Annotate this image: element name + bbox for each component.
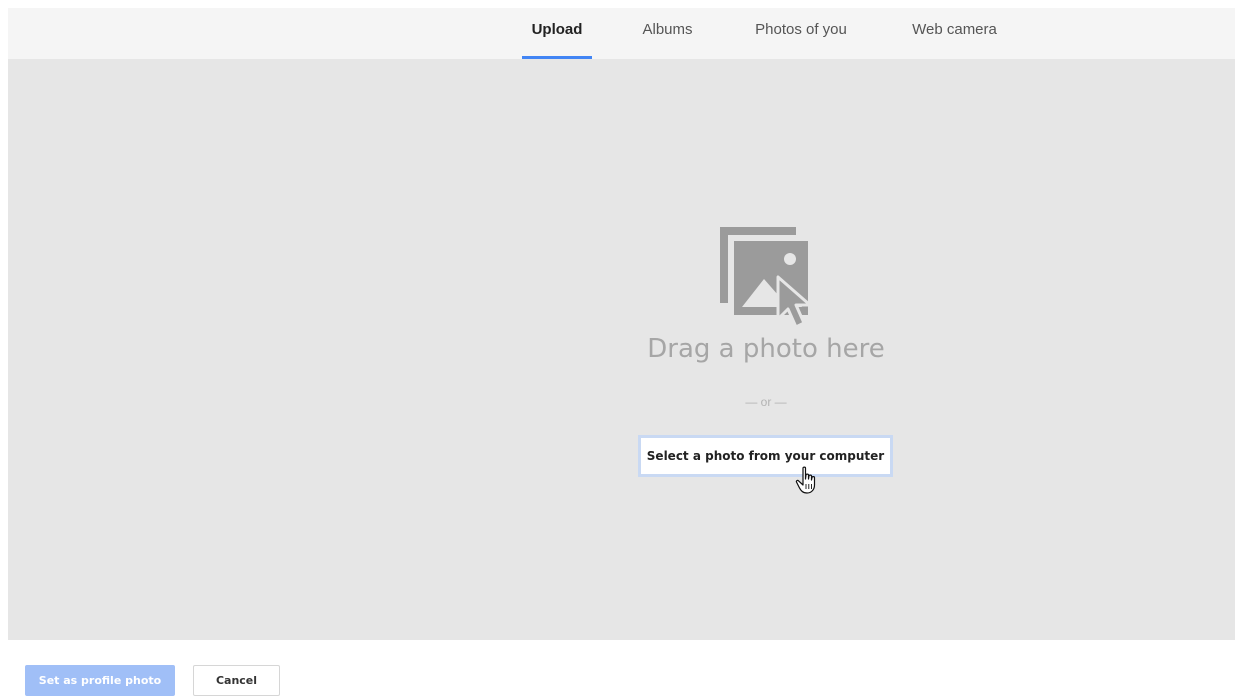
tab-albums[interactable]: Albums: [638, 8, 697, 59]
tab-photos-of-you[interactable]: Photos of you: [748, 8, 854, 59]
tab-bar: Upload Albums Photos of you Web camera: [8, 8, 1235, 59]
photo-drop-zone[interactable]: Drag a photo here — or — Select a photo …: [8, 59, 1235, 640]
photo-upload-icon: [720, 227, 812, 329]
or-separator: — or —: [745, 395, 787, 409]
photo-picker-dialog: Upload Albums Photos of you Web camera D…: [0, 0, 1235, 696]
select-photo-button[interactable]: Select a photo from your computer: [638, 435, 893, 477]
drag-photo-hint: Drag a photo here: [647, 334, 885, 364]
cancel-button[interactable]: Cancel: [193, 665, 280, 696]
hand-pointer-icon: [795, 466, 816, 494]
tab-upload[interactable]: Upload: [522, 8, 592, 59]
tab-web-camera[interactable]: Web camera: [906, 8, 1003, 59]
set-as-profile-photo-button[interactable]: Set as profile photo: [25, 665, 175, 696]
